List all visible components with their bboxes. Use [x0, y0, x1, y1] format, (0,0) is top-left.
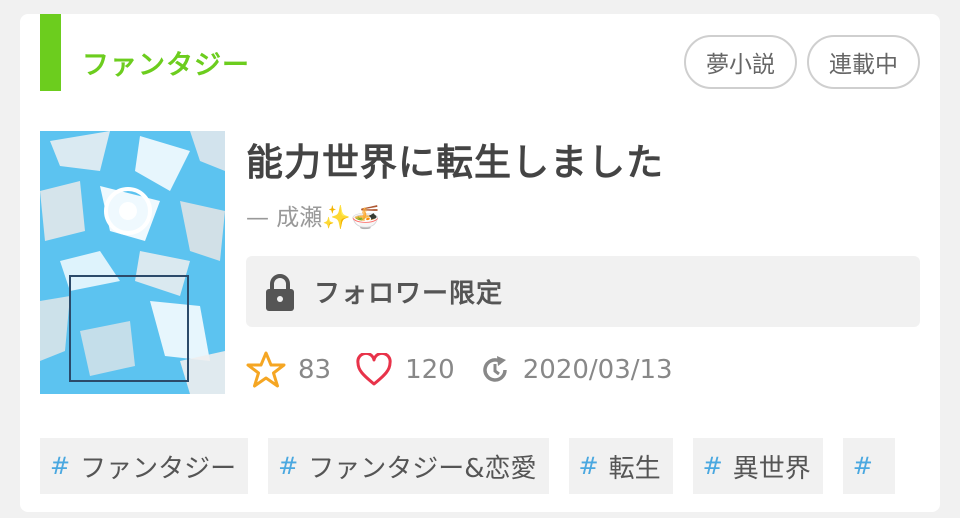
tag-label: ファンタジー — [80, 453, 237, 484]
heart-count: 120 — [405, 355, 455, 385]
refresh-icon — [483, 356, 507, 382]
badge-list: 夢小説 連載中 — [684, 35, 920, 89]
star-stat[interactable]: 83 — [246, 351, 331, 389]
hash-icon: # — [278, 452, 299, 480]
hash-icon: # — [578, 452, 599, 480]
tag-item[interactable]: # ファンタジー&恋愛 — [268, 438, 549, 494]
hash-icon: # — [50, 452, 71, 480]
tag-item[interactable]: # 異世界 — [692, 438, 823, 494]
badge-dream-novel: 夢小説 — [684, 35, 797, 89]
hash-icon: # — [852, 452, 873, 480]
tag-list: # ファンタジー # ファンタジー&恋愛 # 転生 # 異世界 # — [40, 438, 895, 494]
genre-label[interactable]: ファンタジー — [82, 43, 250, 82]
novel-title[interactable]: 能力世界に転生しました — [246, 132, 664, 186]
hash-icon: # — [702, 452, 723, 480]
heart-stat[interactable]: 120 — [355, 353, 455, 387]
heart-icon — [356, 353, 392, 386]
tag-label: 異世界 — [732, 453, 811, 484]
badge-serializing: 連載中 — [807, 35, 920, 89]
updated-stat: 2020/03/13 — [479, 354, 673, 386]
lock-icon — [266, 273, 294, 311]
follower-only-notice: フォロワー限定 — [246, 256, 920, 327]
tag-item[interactable]: # ファンタジー — [40, 438, 249, 494]
star-icon — [246, 351, 286, 388]
star-count: 83 — [298, 355, 332, 385]
tag-item-partial[interactable]: # — [842, 438, 895, 494]
updated-date: 2020/03/13 — [522, 355, 673, 385]
follower-only-label: フォロワー限定 — [314, 279, 504, 309]
tag-label: ファンタジー&恋愛 — [308, 453, 537, 484]
novel-card[interactable]: ファンタジー 夢小説 連載中 能力世界に転生しました — 成瀬✨🍜 フォロワー限… — [20, 14, 940, 512]
tag-label: 転生 — [608, 453, 661, 484]
stats-row: 83 120 2020/03/13 — [246, 350, 697, 390]
author-name[interactable]: — 成瀬✨🍜 — [246, 198, 380, 232]
cover-image[interactable] — [40, 131, 225, 394]
genre-accent-bar — [40, 14, 61, 91]
tag-item[interactable]: # 転生 — [568, 438, 673, 494]
cover-art — [40, 131, 225, 394]
